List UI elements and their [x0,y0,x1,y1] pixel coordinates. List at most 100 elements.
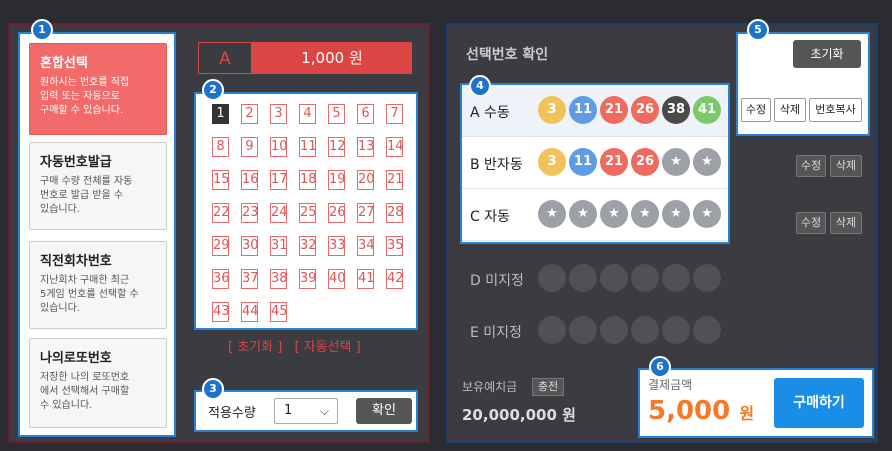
number-cell[interactable]: 37 [241,269,259,289]
number-cell[interactable]: 10 [270,137,288,157]
edit-button[interactable]: 수정 [796,155,826,177]
method-previous[interactable]: 직전회차번호 지난회차 구매한 최근 5게임 번호를 선택할 수 있습니다. [29,241,167,329]
method-my-numbers[interactable]: 나의로또번호 저장한 나의 로또번호 에서 선택해서 구매할 수 있습니다. [29,338,167,428]
selected-numbers: A 수동 3 11 21 26 38 41 B 반자동 3 11 21 26 ★ ★ C 자동 ★ ★ ★ ★ ★ ★ [460,83,730,244]
payment-box: 결제금액 5,000 원 구매하기 [638,368,874,438]
number-cell[interactable]: 31 [270,236,288,256]
number-cell[interactable]: 3 [270,104,287,124]
number-cell[interactable]: 33 [328,236,346,256]
method-desc: 저장한 나의 로또번호 에서 선택해서 구매할 수 있습니다. [40,372,130,411]
number-cell[interactable]: 43 [212,302,230,322]
buy-button[interactable]: 구매하기 [774,378,864,428]
number-cell[interactable]: 45 [270,302,288,322]
method-title: 직전회차번호 [40,254,112,269]
number-cell[interactable]: 11 [299,137,317,157]
number-ball: 3 [538,148,566,176]
row-label: B 반자동 [470,157,523,173]
number-cell[interactable]: 26 [328,203,346,223]
number-cell[interactable]: 34 [357,236,375,256]
number-cell[interactable]: 44 [241,302,259,322]
number-cell[interactable]: 23 [241,203,259,223]
number-cell[interactable]: 8 [212,137,229,157]
number-ball: 11 [569,148,597,176]
number-cell[interactable]: 9 [241,137,258,157]
number-cell[interactable]: 19 [328,170,346,190]
row-label: A 수동 [470,105,510,121]
copy-numbers-button[interactable]: 번호복사 [809,98,862,122]
number-cell[interactable]: 1 [212,104,229,124]
number-cell[interactable]: 21 [386,170,404,190]
confirm-button[interactable]: 확인 [356,398,412,424]
grid-auto-link[interactable]: [ 자동선택 ] [294,340,360,355]
number-cell[interactable]: 4 [299,104,316,124]
quantity-select[interactable]: 1 ⌵ [274,398,338,424]
number-cell[interactable]: 39 [299,269,317,289]
method-mixed[interactable]: 혼합선택 원하시는 번호를 직접 입력 또는 자동으로 구매할 수 있습니다. [29,43,167,135]
delete-button[interactable]: 삭제 [830,212,862,234]
number-grid: 1 2 3 4 5 6 7 8 9 10 11 12 13 14 15 16 17 18 19 20 21 22 23 24 2… [194,92,418,330]
empty-ball [538,316,566,344]
empty-ball [569,316,597,344]
row-label: E 미지정 [470,325,522,341]
number-cell[interactable]: 32 [299,236,317,256]
reset-all-button[interactable]: 초기화 [793,40,861,68]
number-cell[interactable]: 12 [328,137,346,157]
number-cell[interactable]: 20 [357,170,375,190]
number-cell[interactable]: 13 [357,137,375,157]
number-cell[interactable]: 25 [299,203,317,223]
number-cell[interactable]: 30 [241,236,259,256]
number-ball: 21 [600,96,628,124]
selection-row: A 수동 3 11 21 26 38 41 [462,85,728,137]
number-ball: 3 [538,96,566,124]
step-badge: 6 [649,356,671,378]
grid-reset-link[interactable]: [ 초기화 ] [228,340,282,355]
auto-ball: ★ [600,200,628,228]
number-cell[interactable]: 41 [357,269,375,289]
empty-ball [538,264,566,292]
number-cell[interactable]: 29 [212,236,230,256]
number-cell[interactable]: 15 [212,170,230,190]
edit-button[interactable]: 수정 [741,98,771,122]
selection-row: B 반자동 3 11 21 26 ★ ★ [462,137,728,189]
method-title: 혼합선택 [40,56,88,71]
number-cell[interactable]: 7 [386,104,403,124]
number-cell[interactable]: 22 [212,203,230,223]
edit-button[interactable]: 수정 [796,212,826,234]
number-cell[interactable]: 40 [328,269,346,289]
empty-ball [662,316,690,344]
method-auto[interactable]: 자동번호발급 구매 수량 전체를 자동 번호로 발급 받을 수 있습니다. [29,142,167,230]
number-cell[interactable]: 28 [386,203,404,223]
method-title: 나의로또번호 [40,351,112,366]
delete-button[interactable]: 삭제 [774,98,806,122]
auto-ball: ★ [631,200,659,228]
number-cell[interactable]: 18 [299,170,317,190]
slip-label: A [198,42,252,74]
number-ball: 38 [662,96,690,124]
number-cell[interactable]: 5 [328,104,345,124]
auto-ball: ★ [569,200,597,228]
step-badge: 3 [202,378,224,400]
number-cell[interactable]: 42 [386,269,404,289]
grid-actions: [ 초기화 ] [ 자동선택 ] [228,336,378,360]
number-cell[interactable]: 14 [386,137,404,157]
deposit-amount: 20,000,000 원 [462,406,576,424]
number-cell[interactable]: 6 [357,104,374,124]
number-cell[interactable]: 17 [270,170,288,190]
number-cell[interactable]: 35 [386,236,404,256]
deposit-label: 보유예치금 [462,380,518,394]
number-cell[interactable]: 38 [270,269,288,289]
number-cell[interactable]: 27 [357,203,375,223]
delete-button[interactable]: 삭제 [830,155,862,177]
row-label: C 자동 [470,209,510,225]
charge-button[interactable]: 충전 [532,378,564,396]
number-cell[interactable]: 36 [212,269,230,289]
number-cell[interactable]: 24 [270,203,288,223]
quantity-value: 1 [284,403,293,418]
edit-tools: 초기화 수정 삭제 번호복사 [736,32,870,136]
number-cell[interactable]: 16 [241,170,259,190]
payment-amount: 5,000 원 [648,396,755,426]
number-cell[interactable]: 2 [241,104,258,124]
empty-ball [693,264,721,292]
step-badge: 2 [202,79,224,101]
quantity-label: 적용수량 [208,406,256,421]
